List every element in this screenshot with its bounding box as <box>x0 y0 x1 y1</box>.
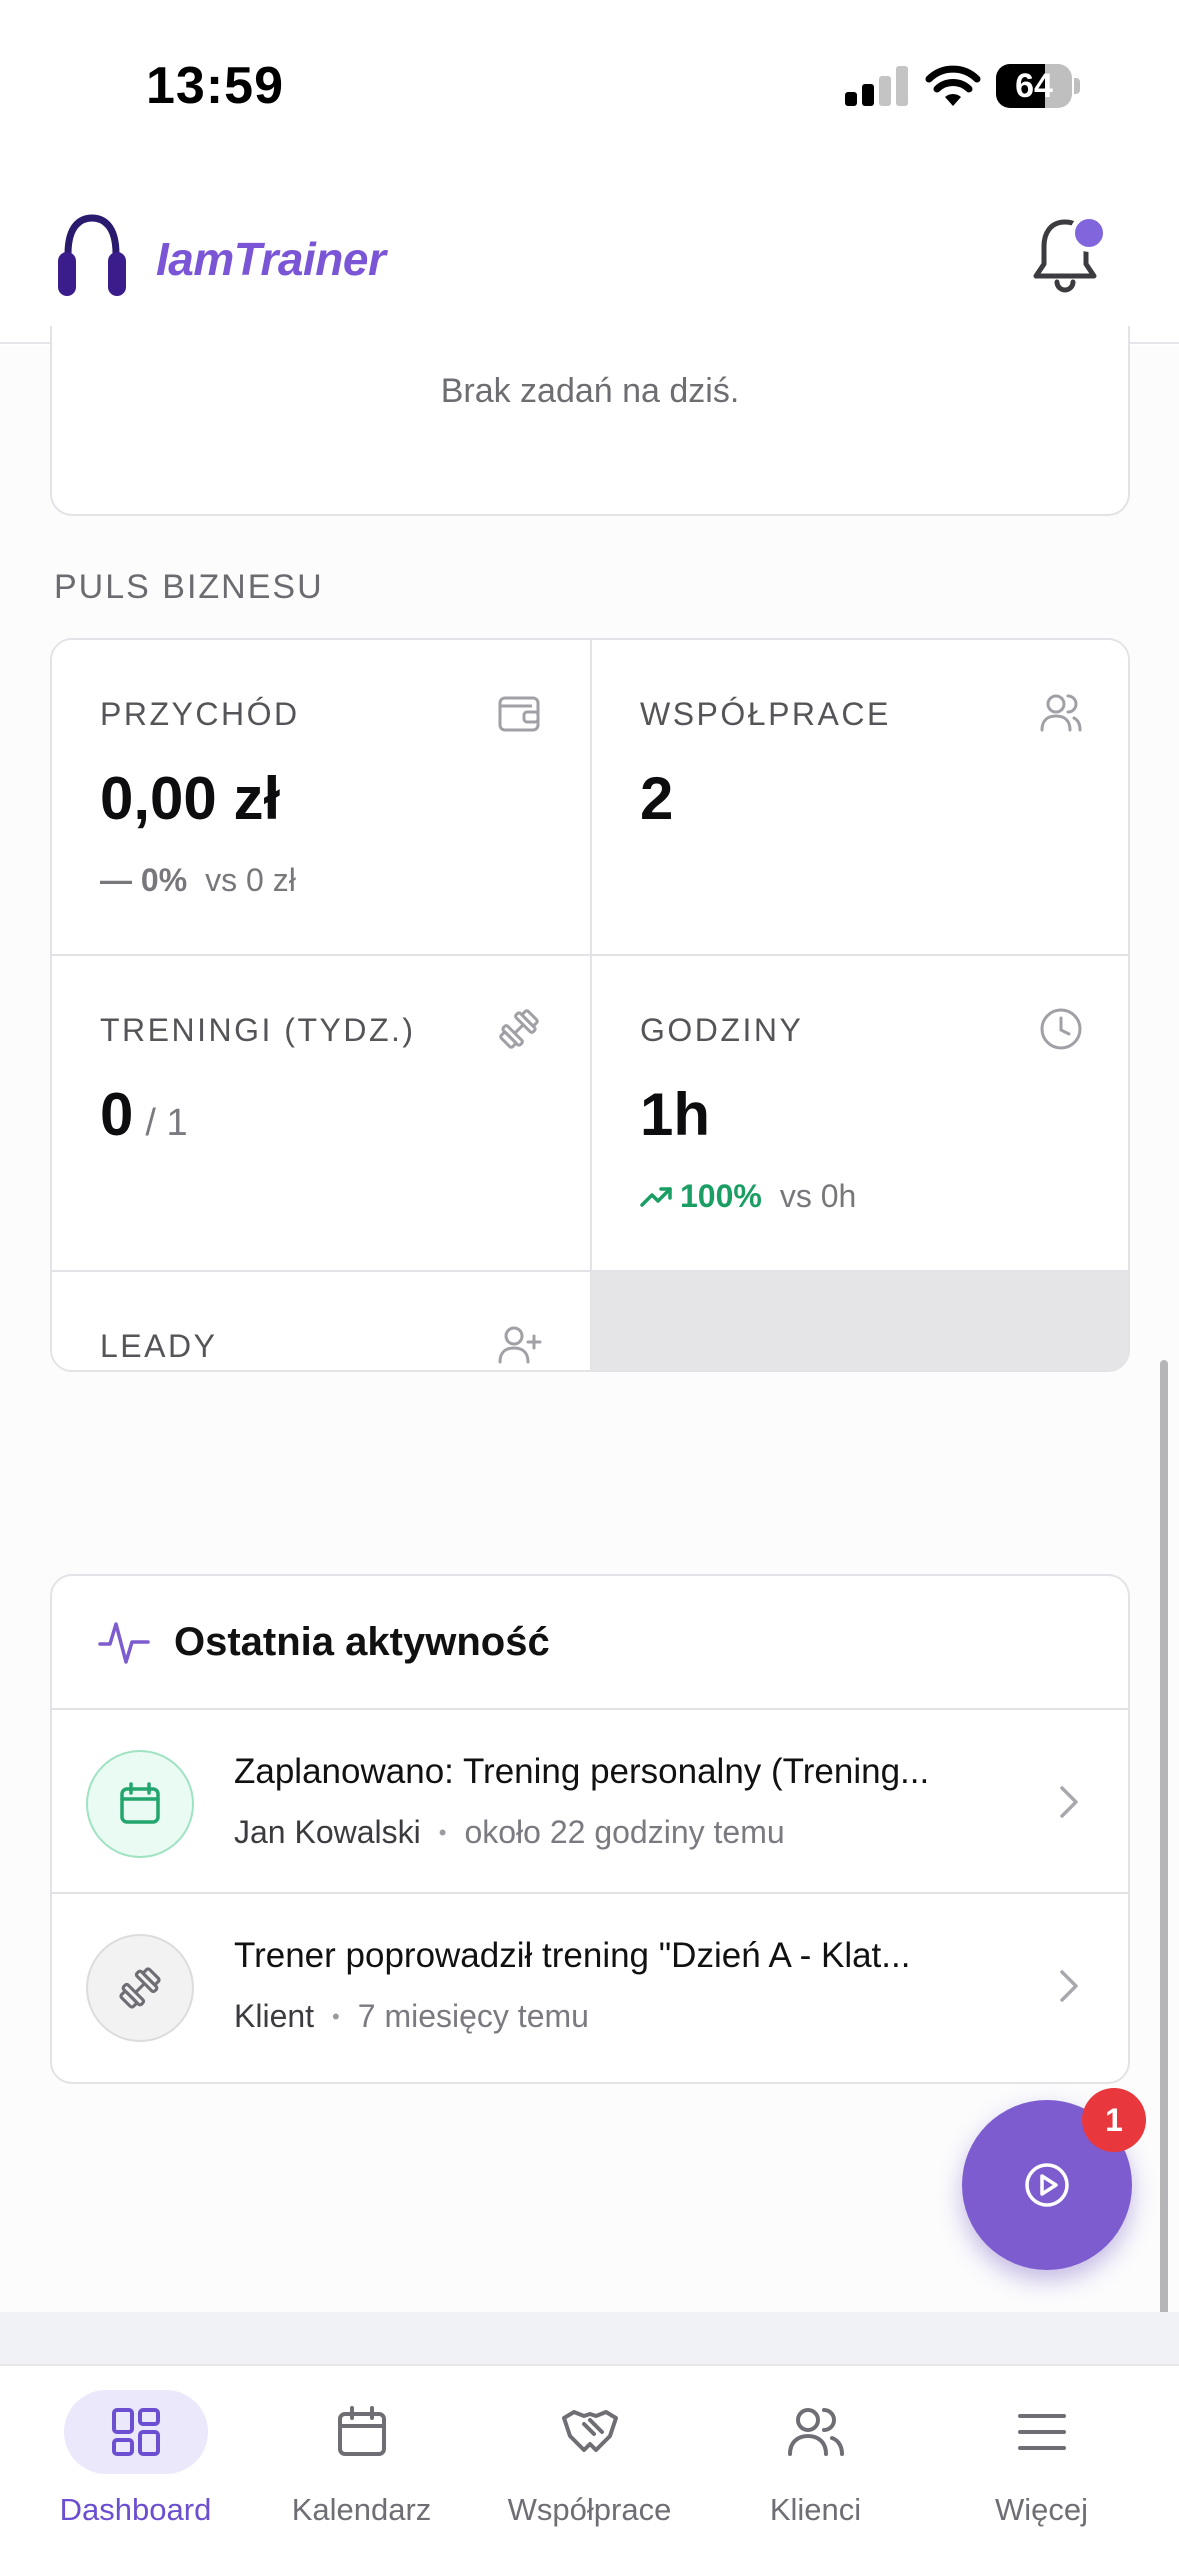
kpi-leads-cell[interactable]: LEADY 1 <box>52 1272 590 1370</box>
bottom-tab-bar: Dashboard Kalendarz Współprace Klienci W… <box>0 2364 1179 2556</box>
activity-item-meta: Klient • 7 miesięcy temu <box>234 1998 589 2035</box>
tab-clients-label: Klienci <box>769 2492 862 2527</box>
kpi-revenue-compare: vs 0 zł <box>205 862 296 898</box>
kpi-leads-label: LEADY <box>100 1328 218 1364</box>
tab-more-icon-wrap <box>970 2390 1114 2474</box>
kpi-empty-cell <box>592 1272 1128 1370</box>
tab-dashboard-icon-wrap <box>63 2390 208 2474</box>
activity-item-separator: • <box>332 2003 340 2029</box>
wallet-icon <box>498 696 540 732</box>
tab-dashboard[interactable]: Dashboard <box>18 2366 253 2556</box>
business-pulse-label: PULS BIZNESU <box>54 568 324 606</box>
kpi-collaborations-label: WSPÓŁPRACE <box>640 696 891 732</box>
kpi-trainings[interactable]: TRENINGI (TYDZ.) 0/ 1 <box>52 956 590 1270</box>
activity-item-time: około 22 godziny temu <box>464 1814 785 1850</box>
kpi-hours-value: 1h <box>640 1081 711 1148</box>
recent-activity-title: Ostatnia aktywność <box>174 1620 550 1664</box>
kpi-revenue-label: PRZYCHÓD <box>100 696 300 732</box>
tasks-empty-text: Brak zadań na dziś. <box>440 372 740 410</box>
tab-calendar[interactable]: Kalendarz <box>244 2366 479 2556</box>
notification-dot <box>1070 214 1108 252</box>
kpi-hours-label: GODZINY <box>640 1012 804 1048</box>
dumbbell-icon <box>499 1009 539 1049</box>
app-name: IamTrainer <box>156 233 386 285</box>
kpi-revenue-value: 0,00 zł <box>100 765 281 832</box>
bottom-strip <box>0 2312 1179 2364</box>
activity-item-avatar <box>86 1934 194 2042</box>
kpi-revenue[interactable]: PRZYCHÓD 0,00 zł — 0% vs 0 zł <box>52 640 590 954</box>
activity-item-title: Trener poprowadził trening "Dzień A - Kl… <box>234 1936 911 1975</box>
tab-clients[interactable]: Klienci <box>698 2366 933 2556</box>
today-tasks-card: Brak zadań na dziś. <box>50 326 1130 516</box>
activity-item-author: Jan Kowalski <box>234 1814 421 1850</box>
tab-more-label: Więcej <box>994 2492 1088 2527</box>
kpi-collaborations[interactable]: WSPÓŁPRACE 2 <box>592 640 1128 954</box>
dashboard-grid-icon <box>111 2408 160 2456</box>
clock-icon <box>1040 1008 1082 1050</box>
tab-calendar-icon-wrap <box>290 2390 434 2474</box>
status-time: 13:59 <box>146 57 284 115</box>
flat-trend-icon: — <box>100 862 132 898</box>
battery-level: 64 <box>1015 67 1053 105</box>
activity-item-separator: • <box>438 1819 447 1845</box>
menu-icon <box>1017 2414 1066 2450</box>
activity-item[interactable]: Trener poprowadził trening "Dzień A - Kl… <box>52 1896 1128 2078</box>
battery-icon: 64 <box>996 64 1080 108</box>
cellular-signal-icon <box>845 66 908 106</box>
activity-item-meta: Jan Kowalski • około 22 godziny temu <box>234 1814 785 1851</box>
kpi-collaborations-value: 2 <box>640 765 674 832</box>
tab-dashboard-label: Dashboard <box>59 2492 212 2527</box>
grid-divider <box>52 954 1128 956</box>
dumbbell-icon <box>119 1967 161 2009</box>
kpi-revenue-trend: — 0% vs 0 zł <box>100 862 296 899</box>
users-icon <box>1040 694 1082 732</box>
tab-more[interactable]: Więcej <box>924 2366 1159 2556</box>
chevron-right-icon <box>1060 1970 1078 2002</box>
scrollbar[interactable] <box>1160 1360 1168 2360</box>
handshake-icon <box>561 2410 618 2452</box>
business-pulse-grid: PRZYCHÓD 0,00 zł — 0% vs 0 zł WSPÓŁPRACE <box>50 638 1130 1372</box>
tab-clients-icon-wrap <box>744 2390 888 2474</box>
grid-divider <box>52 1270 1128 1272</box>
activity-item-title: Zaplanowano: Trening personalny (Trening… <box>234 1752 930 1791</box>
kpi-revenue-trend-value: — 0% <box>100 862 188 898</box>
activity-item-author: Klient <box>234 1998 315 2034</box>
grid-divider <box>590 640 592 1370</box>
tab-collaborations-icon-wrap <box>518 2390 662 2474</box>
chevron-right-icon <box>1060 1786 1078 1818</box>
calendar-icon <box>337 2406 386 2456</box>
trending-up-icon <box>640 1186 672 1207</box>
users-icon <box>787 2408 844 2456</box>
activity-item[interactable]: Zaplanowano: Trening personalny (Trening… <box>52 1712 1128 1894</box>
activity-item-time: 7 miesięcy temu <box>357 1998 589 2034</box>
tab-collaborations-label: Współprace <box>507 2492 672 2527</box>
recent-activity-header: Ostatnia aktywność <box>52 1576 1128 1710</box>
kpi-hours-compare: vs 0h <box>779 1178 857 1214</box>
activity-item-avatar <box>86 1750 194 1858</box>
kpi-hours-trend-value: 100% <box>640 1178 762 1215</box>
play-circle-icon <box>1025 2163 1069 2207</box>
recent-activity-card: Ostatnia aktywność Zaplanowano: Trening … <box>50 1574 1130 2084</box>
tab-collaborations[interactable]: Współprace <box>472 2366 707 2556</box>
app-header: IamTrainer <box>0 170 1179 344</box>
hand-grip-logo-icon <box>58 214 126 296</box>
kpi-trainings-value: 0/ 1 <box>100 1081 188 1148</box>
calendar-icon <box>120 1782 160 1824</box>
kpi-hours[interactable]: GODZINY 1h 100% vs 0h <box>592 956 1128 1270</box>
status-bar: 13:59 64 <box>0 0 1179 170</box>
fab-badge: 1 <box>1082 2088 1146 2152</box>
user-plus-icon <box>498 1326 542 1364</box>
activity-pulse-icon <box>98 1622 150 1664</box>
kpi-hours-trend: 100% vs 0h <box>640 1178 856 1215</box>
dashboard-content: Brak zadań na dziś. PULS BIZNESU PRZYCHÓ… <box>0 326 1179 2336</box>
kpi-trainings-target: / 1 <box>145 1102 188 1144</box>
tab-calendar-label: Kalendarz <box>291 2492 432 2527</box>
kpi-trainings-label: TRENINGI (TYDZ.) <box>100 1012 416 1048</box>
wifi-icon <box>925 65 981 106</box>
